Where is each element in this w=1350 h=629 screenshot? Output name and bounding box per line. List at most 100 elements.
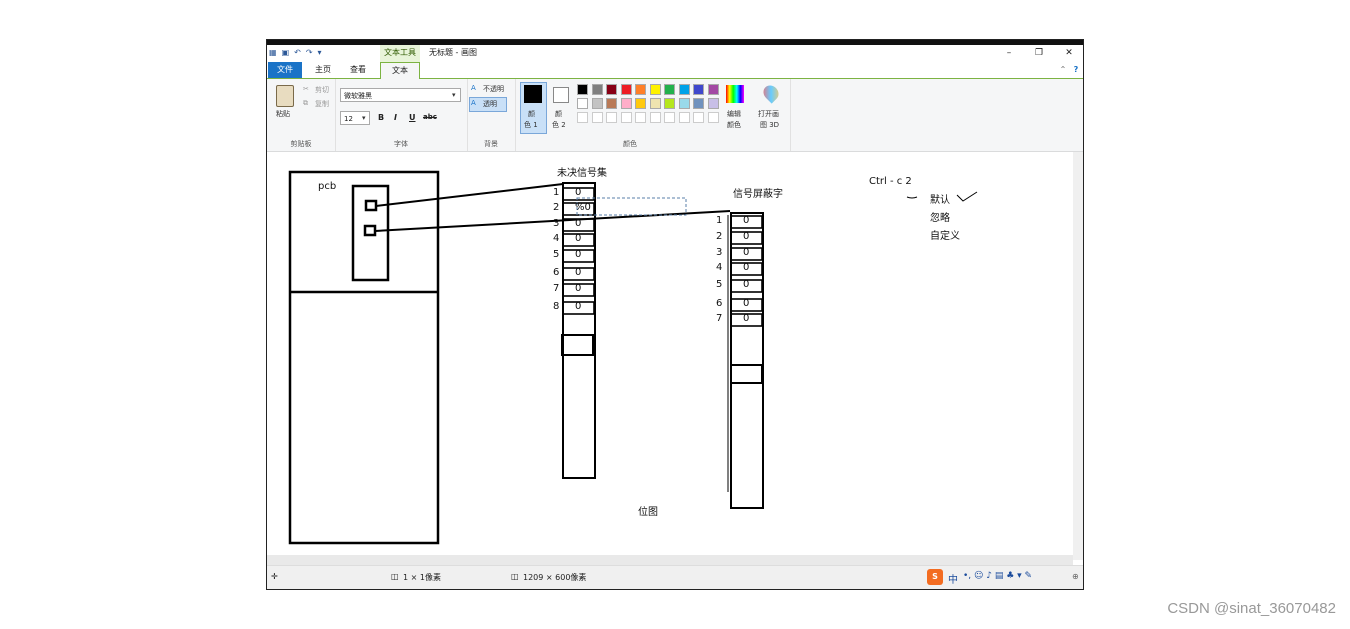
tab-home[interactable]: 主页 xyxy=(307,62,339,78)
palette-swatch[interactable] xyxy=(678,84,690,95)
edit-colors-label-b[interactable]: 颜色 xyxy=(727,120,741,130)
palette-swatch[interactable] xyxy=(577,84,588,95)
palette-swatch[interactable] xyxy=(577,98,588,109)
palette-swatch[interactable] xyxy=(707,84,719,95)
custom-color-slot[interactable] xyxy=(664,112,675,123)
custom-color-slot[interactable] xyxy=(591,112,603,123)
palette-swatch[interactable] xyxy=(664,98,675,109)
palette-swatch[interactable] xyxy=(591,84,603,95)
pcb-pointer-1 xyxy=(364,199,378,212)
palette-swatch[interactable] xyxy=(693,84,704,95)
palette-swatch[interactable] xyxy=(620,84,632,95)
minimize-button[interactable]: – xyxy=(994,45,1024,61)
palette-swatch[interactable] xyxy=(620,98,632,109)
palette-swatch[interactable] xyxy=(707,98,719,109)
font-group-label: 字体 xyxy=(394,140,408,148)
help-icon[interactable]: ? xyxy=(1070,62,1082,78)
mask-index-label: 3 xyxy=(716,247,723,258)
palette-swatch[interactable] xyxy=(664,84,675,95)
mask-title: 信号屏蔽字 xyxy=(733,189,783,200)
mask-index-label: 1 xyxy=(716,215,723,226)
mask-index-label: 7 xyxy=(716,313,723,324)
color1-swatch xyxy=(524,85,542,103)
tab-file[interactable]: 文件 xyxy=(268,62,302,78)
restore-button[interactable]: ❐ xyxy=(1024,45,1054,61)
bold-button[interactable]: B xyxy=(378,113,384,122)
custom-color-slot[interactable] xyxy=(693,112,704,123)
underline-button[interactable]: U xyxy=(409,113,416,122)
mask-index-label: 5 xyxy=(716,279,723,290)
option-default: 默认 xyxy=(930,195,950,206)
custom-color-slot[interactable] xyxy=(649,112,661,123)
horizontal-scrollbar[interactable] xyxy=(267,555,1073,565)
edit-colors-icon[interactable] xyxy=(726,85,744,103)
collapse-ribbon-icon[interactable]: ⌃ xyxy=(1057,62,1069,78)
tab-text[interactable]: 文本 xyxy=(380,62,420,79)
palette-swatch[interactable] xyxy=(591,98,603,109)
drawing-canvas[interactable]: pcb 未决信号集 信号屏蔽字 位图 Ctrl - c 2 默认 忽略 自定义 … xyxy=(267,152,1073,560)
save-icon[interactable]: ▣ xyxy=(282,48,290,58)
custom-color-slot[interactable] xyxy=(635,112,646,123)
color2-label-b: 色 2 xyxy=(552,121,566,129)
strikethrough-button[interactable]: abc xyxy=(423,113,437,121)
palette-swatch[interactable] xyxy=(606,84,617,95)
cut-button[interactable]: 剪切 xyxy=(315,85,329,95)
mask-value-label: 0 xyxy=(743,313,750,324)
mask-value-label: 0 xyxy=(743,298,750,309)
zoom-in-icon[interactable]: ⊕ xyxy=(1072,572,1079,581)
pending-value-label: 0 xyxy=(575,218,582,229)
mask-extra-cell xyxy=(730,364,763,384)
transparent-button[interactable]: 透明 xyxy=(483,99,497,109)
tab-view[interactable]: 查看 xyxy=(342,62,374,78)
redo-icon[interactable]: ↷ xyxy=(306,48,313,58)
bitmap-label: 位图 xyxy=(638,507,658,518)
color2-swatch[interactable] xyxy=(553,87,569,103)
vertical-scrollbar[interactable] xyxy=(1073,152,1083,560)
italic-button[interactable]: I xyxy=(394,113,397,122)
pcb-pointer-2 xyxy=(363,224,377,237)
status-bar: ✛ ◫ 1 × 1像素 ◫ 1209 × 600像素 S 中 •, ☺ ♪ ▤ … xyxy=(267,565,1083,589)
copy-button[interactable]: 复制 xyxy=(315,99,329,109)
custom-color-slot[interactable] xyxy=(606,112,617,123)
size-chevron-down-icon[interactable]: ▾ xyxy=(362,114,366,122)
tilde-mark xyxy=(906,196,918,199)
custom-color-slot[interactable] xyxy=(707,112,719,123)
title-bar: ▦ ▣ ↶ ↷ ▾ 文本工具 无标题 - 画图 – ❐ ✕ xyxy=(267,45,1083,64)
mask-value-label: 0 xyxy=(743,247,750,258)
pending-index-label: 4 xyxy=(553,233,560,244)
customize-qat-icon[interactable]: ▾ xyxy=(318,48,322,58)
ime-toolbar-icons[interactable]: •, ☺ ♪ ▤ ♣ ▾ ✎ xyxy=(963,571,1032,581)
pending-index-label: 2 xyxy=(553,202,560,213)
pending-extra-cell xyxy=(561,334,594,356)
custom-color-slot[interactable] xyxy=(620,112,632,123)
paint3d-label-a[interactable]: 打开画 xyxy=(758,109,779,119)
custom-color-slot[interactable] xyxy=(678,112,690,123)
close-button[interactable]: ✕ xyxy=(1054,45,1083,61)
font-group: 微软雅黑 ▾ 12 ▾ B I U abc 字体 xyxy=(335,79,468,151)
paint-window: ▦ ▣ ↶ ↷ ▾ 文本工具 无标题 - 画图 – ❐ ✕ 文件 主页 查看 文… xyxy=(267,40,1083,589)
opaque-button[interactable]: 不透明 xyxy=(483,84,504,94)
font-family-select[interactable]: 微软雅黑 xyxy=(340,88,461,102)
palette-swatch[interactable] xyxy=(678,98,690,109)
palette-swatch[interactable] xyxy=(649,84,661,95)
ribbon: 粘贴 ✂ 剪切 ⧉ 复制 剪贴板 微软雅黑 ▾ 12 ▾ B I U abc 字… xyxy=(267,79,1083,152)
ime-mode[interactable]: 中 xyxy=(948,571,958,586)
chevron-down-icon[interactable]: ▾ xyxy=(452,91,456,99)
sogou-ime-icon[interactable]: S xyxy=(927,569,943,585)
custom-color-slot[interactable] xyxy=(577,112,588,123)
mask-index-label: 2 xyxy=(716,231,723,242)
paint3d-label-b[interactable]: 图 3D xyxy=(760,120,779,130)
palette-swatch[interactable] xyxy=(693,98,704,109)
paste-icon[interactable] xyxy=(276,85,294,107)
link-line-pending xyxy=(375,183,564,207)
paste-button[interactable]: 粘贴 xyxy=(276,109,290,119)
edit-colors-label-a[interactable]: 编辑 xyxy=(727,109,741,119)
palette-swatch[interactable] xyxy=(606,98,617,109)
undo-icon[interactable]: ↶ xyxy=(294,48,301,58)
window-title: 无标题 - 画图 xyxy=(429,48,477,57)
paint3d-icon[interactable] xyxy=(760,82,782,104)
palette-swatch[interactable] xyxy=(649,98,661,109)
mask-value-label: 0 xyxy=(743,215,750,226)
palette-swatch[interactable] xyxy=(635,98,646,109)
palette-swatch[interactable] xyxy=(635,84,646,95)
